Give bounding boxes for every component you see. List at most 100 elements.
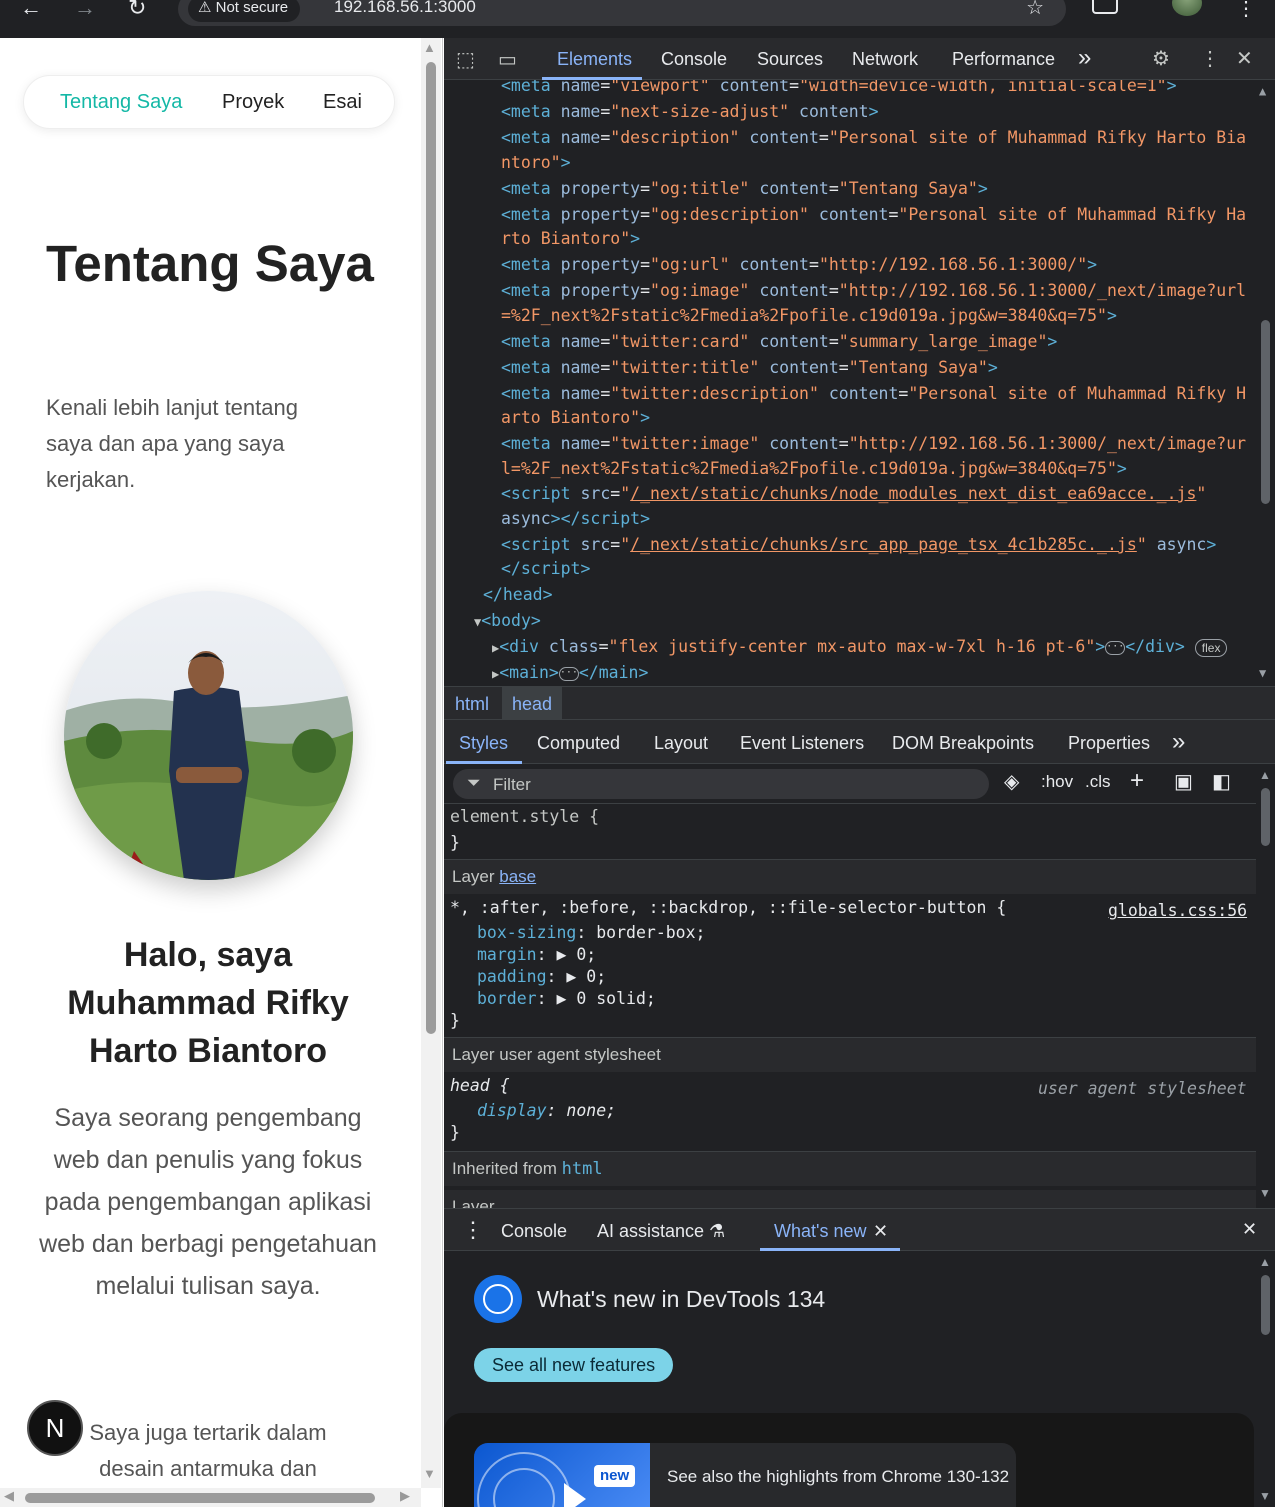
profile-avatar[interactable] [1172, 0, 1202, 16]
tab-sources[interactable]: Sources [757, 49, 823, 70]
tab-properties[interactable]: Properties [1068, 733, 1150, 754]
dom-node[interactable]: <meta name="twitter:description" content… [501, 382, 1246, 406]
scroll-up-icon[interactable]: ▲ [1259, 1255, 1271, 1269]
scroll-up-icon[interactable]: ▲ [1259, 768, 1271, 782]
styles-scrollbar[interactable]: ▲ ▼ [1256, 764, 1275, 1208]
device-toolbar-icon[interactable]: ▭ [498, 47, 517, 72]
close-tab-icon[interactable]: ✕ [873, 1221, 888, 1242]
drawer-tab-ai-assistance[interactable]: AI assistance [597, 1221, 704, 1242]
tab-network[interactable]: Network [852, 49, 918, 70]
inspect-element-icon[interactable]: ⬚ [456, 47, 475, 72]
cls-toggle[interactable]: .cls [1085, 772, 1111, 792]
paint-roller-icon[interactable]: ▣ [1174, 769, 1193, 794]
elements-scrollbar[interactable]: ▲ ▼ [1256, 80, 1275, 686]
scrollbar-thumb[interactable] [1261, 788, 1270, 846]
declaration-display[interactable]: display: none; [477, 1100, 616, 1122]
nav-link-tentang-saya[interactable]: Tentang Saya [60, 91, 182, 114]
scroll-up-icon[interactable]: ▲ [1259, 84, 1266, 98]
layers-icon[interactable]: ◈ [1004, 769, 1019, 794]
tab-computed[interactable]: Computed [537, 733, 620, 754]
dom-node[interactable]: <meta property="og:url" content="http://… [501, 253, 1097, 277]
dom-node-main[interactable]: ▶<main>···</main> [492, 661, 648, 686]
page-vertical-scrollbar[interactable]: ▲ ▼ [421, 38, 441, 1488]
tab-event-listeners[interactable]: Event Listeners [740, 733, 864, 754]
toggle-sidebar-icon[interactable]: ◧ [1212, 769, 1231, 794]
new-rule-icon[interactable]: + [1130, 767, 1144, 795]
breadcrumb-head[interactable]: head [502, 687, 563, 720]
tab-layout[interactable]: Layout [654, 733, 708, 754]
settings-gear-icon[interactable]: ⚙ [1152, 46, 1170, 71]
not-secure-chip[interactable]: ⚠ Not secure [188, 0, 301, 22]
breadcrumb-html[interactable]: html [455, 694, 489, 715]
dom-node[interactable]: <meta name="twitter:card" content="summa… [501, 330, 1057, 354]
dom-node[interactable]: <script src="/_next/static/chunks/src_ap… [501, 533, 1216, 557]
nav-link-proyek[interactable]: Proyek [222, 91, 284, 114]
scroll-right-icon[interactable]: ▶ [400, 1488, 410, 1504]
source-link-globals-css[interactable]: globals.css:56 [1108, 900, 1247, 922]
head-selector[interactable]: head { [450, 1075, 510, 1097]
tab-performance[interactable]: Performance [952, 49, 1055, 70]
url-text[interactable]: 192.168.56.1:3000 [334, 0, 476, 17]
close-drawer-icon[interactable]: ✕ [1242, 1219, 1257, 1240]
dom-node[interactable]: <meta property="og:image" content="http:… [501, 279, 1246, 303]
more-tabs-icon[interactable]: » [1078, 44, 1091, 72]
drawer-tab-whats-new[interactable]: What's new [774, 1221, 866, 1242]
inherited-tag[interactable]: html [562, 1159, 603, 1179]
dom-node[interactable]: <script src="/_next/static/chunks/node_m… [501, 482, 1206, 506]
dom-node-body[interactable]: ▼<body> [474, 609, 541, 634]
dom-node[interactable]: </head> [483, 583, 553, 607]
universal-selector[interactable]: *, :after, :before, ::backdrop, ::file-s… [450, 897, 1006, 919]
scroll-down-icon[interactable]: ▼ [1259, 1489, 1271, 1503]
dom-node-wrap: async></script> [501, 509, 651, 528]
scroll-down-icon[interactable]: ▼ [1259, 666, 1266, 680]
layer-base-link[interactable]: base [499, 867, 536, 886]
more-tabs-icon[interactable]: » [1172, 728, 1185, 756]
scroll-down-icon[interactable]: ▼ [423, 1466, 436, 1481]
extensions-icon[interactable] [1092, 0, 1118, 14]
tab-styles[interactable]: Styles [459, 733, 508, 754]
scrollbar-thumb[interactable] [1261, 320, 1270, 504]
dom-node[interactable]: <meta property="og:description" content=… [501, 203, 1246, 227]
drawer-menu-icon[interactable]: ⋮ [462, 1217, 484, 1243]
declaration-box-sizing[interactable]: box-sizing: border-box; [477, 922, 706, 944]
highlights-card[interactable]: new See also the highlights from Chrome … [474, 1443, 1016, 1507]
dom-node-div[interactable]: ▶<div class="flex justify-center mx-auto… [492, 635, 1228, 660]
element-style-selector[interactable]: element.style { [450, 806, 599, 828]
drawer-tab-console[interactable]: Console [501, 1221, 567, 1242]
dom-node[interactable]: <meta name="twitter:title" content="Tent… [501, 356, 998, 380]
nextjs-dev-indicator[interactable]: N [27, 1400, 83, 1456]
scroll-left-icon[interactable]: ◀ [4, 1488, 14, 1504]
property-name: padding [477, 967, 547, 986]
dom-node[interactable]: <meta property="og:title" content="Tenta… [501, 177, 988, 201]
bookmark-star-icon[interactable]: ☆ [1026, 0, 1044, 20]
scrollbar-thumb[interactable] [426, 62, 436, 1034]
scroll-down-icon[interactable]: ▼ [1259, 1186, 1271, 1200]
declaration-border[interactable]: border: ▶ 0 solid; [477, 988, 656, 1010]
styles-filter-input[interactable]: ⏷ Filter [453, 769, 989, 799]
back-icon[interactable]: ← [20, 0, 42, 19]
dom-node[interactable]: <meta name="description" content="Person… [501, 126, 1246, 150]
hov-toggle[interactable]: :hov [1041, 772, 1073, 792]
close-devtools-icon[interactable]: ✕ [1236, 46, 1253, 71]
see-all-features-button[interactable]: See all new features [474, 1348, 674, 1382]
scrollbar-thumb[interactable] [25, 1493, 375, 1503]
reload-icon[interactable]: ↻ [128, 0, 146, 19]
tab-dom-breakpoints[interactable]: DOM Breakpoints [892, 733, 1034, 754]
dom-node[interactable]: <meta name="twitter:image" content="http… [501, 432, 1246, 456]
elements-dom-tree[interactable]: <meta name="viewport" content="width=dev… [444, 80, 1275, 686]
dom-node[interactable]: <meta name="next-size-adjust" content> [501, 100, 879, 124]
nav-link-esai[interactable]: Esai [323, 91, 362, 114]
drawer-scrollbar[interactable]: ▲ ▼ [1256, 1251, 1275, 1507]
page-horizontal-scrollbar[interactable]: ◀ ▶ [0, 1488, 421, 1507]
scrollbar-thumb[interactable] [1261, 1275, 1270, 1335]
declaration-margin[interactable]: margin: ▶ 0; [477, 944, 596, 966]
declaration-padding[interactable]: padding: ▶ 0; [477, 966, 606, 988]
devtools-menu-icon[interactable]: ⋮ [1200, 46, 1220, 71]
address-bar[interactable]: ⚠ Not secure 192.168.56.1:3000 ☆ [178, 0, 1066, 26]
tab-elements[interactable]: Elements [557, 49, 632, 70]
forward-icon[interactable]: → [74, 0, 96, 19]
scroll-up-icon[interactable]: ▲ [423, 40, 436, 55]
browser-menu-icon[interactable]: ⋮ [1236, 0, 1256, 21]
dom-node[interactable]: <meta name="viewport" content="width=dev… [501, 80, 1177, 98]
tab-console[interactable]: Console [661, 49, 727, 70]
